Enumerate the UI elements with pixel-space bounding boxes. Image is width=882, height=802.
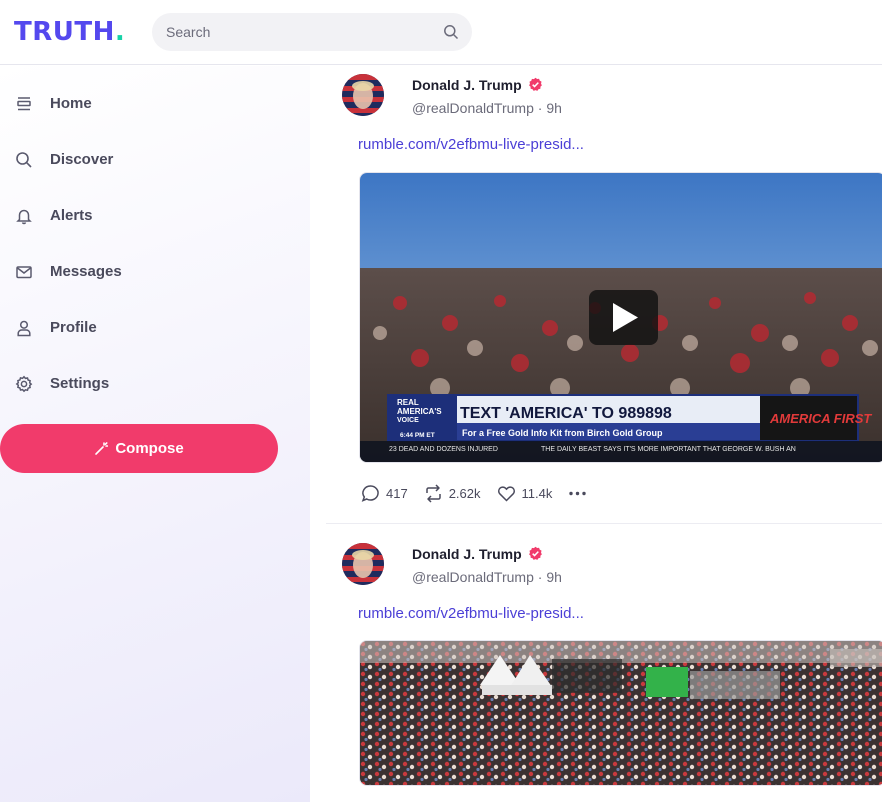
avatar-image [342,74,384,116]
post-handle: @realDonaldTrump · 9h [412,569,562,585]
retruth-count: 2.62k [448,485,481,501]
video-thumbnail: REAL AMERICA'S VOICE 6:44 PM ET TEXT 'AM… [360,173,882,462]
svg-text:AMERICA'S: AMERICA'S [397,407,442,416]
reply-count: 417 [386,485,408,501]
post-time: 9h [546,100,562,116]
svg-text:6:44 PM ET: 6:44 PM ET [400,432,435,439]
top-bar: TRUTH. [0,0,882,65]
verified-badge-icon [528,77,542,91]
repost-icon [425,483,441,503]
post-image[interactable] [359,640,882,786]
verified-badge-icon [528,546,542,560]
magic-wand-icon [95,441,109,455]
comment-icon [361,484,379,502]
bell-icon [16,209,32,225]
avatar[interactable] [342,543,384,585]
svg-text:For a Free Gold Info Kit from: For a Free Gold Info Kit from Birch Gold… [462,428,663,438]
svg-text:VOICE: VOICE [397,417,419,424]
post-link[interactable]: rumble.com/v2efbmu-live-presid... [358,136,584,154]
post-author[interactable]: Donald J. Trump [412,76,543,94]
sidebar-item-label: Alerts [50,207,93,224]
home-icon [17,97,31,111]
post-actions: 417 2.62k 11.4k [360,482,608,504]
sidebar-item-label: Home [50,95,92,112]
search-icon [16,152,32,168]
like-button[interactable]: 11.4k [496,483,553,504]
svg-text:AMERICA FIRST: AMERICA FIRST [769,411,872,426]
svg-text:THE DAILY BEAST SAYS IT'S MORE: THE DAILY BEAST SAYS IT'S MORE IMPORTANT… [541,446,796,453]
more-icon [569,491,587,495]
compose-button[interactable]: Compose [0,424,278,473]
svg-text:23 DEAD AND DOZENS INJURED: 23 DEAD AND DOZENS INJURED [389,446,498,453]
post: Donald J. Trump @realDonaldTrump · 9h ru… [326,66,882,523]
avatar[interactable] [342,74,384,116]
svg-text:REAL: REAL [397,398,419,407]
like-count: 11.4k [521,485,553,501]
reply-button[interactable]: 417 [360,483,408,504]
sidebar-item-profile[interactable]: Profile [0,308,300,348]
post-handle: @realDonaldTrump · 9h [412,100,562,116]
search-icon[interactable] [443,24,459,40]
sidebar-item-label: Messages [50,263,122,280]
heart-icon [497,485,515,502]
retruth-button[interactable]: 2.62k [423,483,481,504]
sidebar-item-label: Discover [50,151,114,168]
gear-icon [15,375,33,393]
post-time: 9h [546,569,562,585]
truth-logo[interactable]: TRUTH. [14,16,125,48]
compose-label: Compose [115,440,184,457]
sidebar-item-settings[interactable]: Settings [0,364,300,404]
sidebar-item-messages[interactable]: Messages [0,252,300,292]
avatar-image [342,543,384,585]
sidebar-item-label: Settings [50,375,110,392]
more-options-button[interactable] [567,483,593,504]
sidebar-item-home[interactable]: Home [0,84,300,124]
video-player[interactable]: REAL AMERICA'S VOICE 6:44 PM ET TEXT 'AM… [359,172,882,463]
post-link[interactable]: rumble.com/v2efbmu-live-presid... [358,605,584,623]
search-input[interactable] [152,13,472,51]
sidebar: Home Discover Alerts Messages Profile Se… [0,66,310,802]
search-box[interactable] [152,13,472,51]
crowd-image [360,641,882,785]
sidebar-item-alerts[interactable]: Alerts [0,196,300,236]
sidebar-item-discover[interactable]: Discover [0,140,300,180]
user-icon [17,320,31,337]
svg-text:TEXT 'AMERICA' TO 989898: TEXT 'AMERICA' TO 989898 [460,405,672,422]
mail-icon [16,266,32,279]
sidebar-item-label: Profile [50,319,97,336]
post-author[interactable]: Donald J. Trump [412,545,543,563]
feed: Donald J. Trump @realDonaldTrump · 9h ru… [310,66,882,802]
post: Donald J. Trump @realDonaldTrump · 9h ru… [326,524,882,802]
